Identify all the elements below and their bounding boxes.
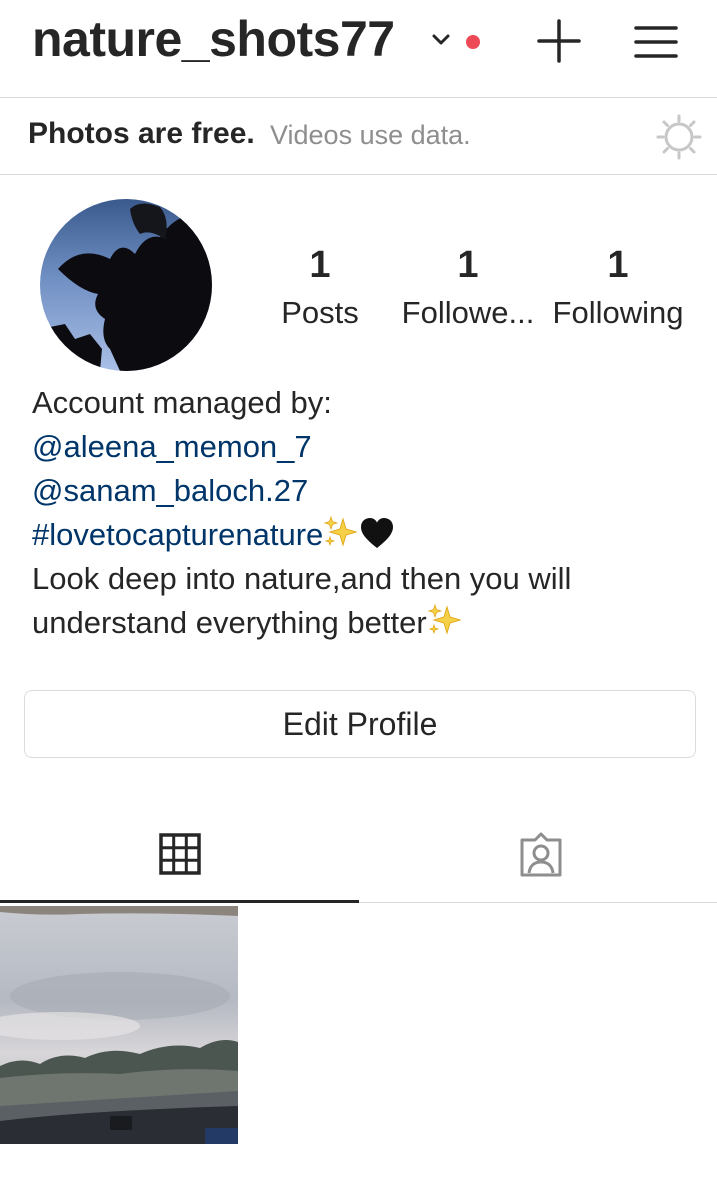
stat-following[interactable]: 1 Following: [548, 240, 688, 336]
sun-icon[interactable]: [656, 114, 702, 160]
bio-hashtag-link[interactable]: #lovetocapturenature: [32, 517, 323, 552]
profile-tabs: [0, 808, 717, 903]
data-saver-banner[interactable]: Photos are free. Videos use data.: [0, 98, 717, 175]
plus-icon[interactable]: [536, 18, 582, 64]
notification-dot: [466, 35, 480, 49]
tab-posts-grid[interactable]: [0, 808, 359, 903]
banner-bold-text: Photos are free.: [28, 117, 255, 150]
bio-mention-link[interactable]: @sanam_baloch.27: [32, 469, 692, 513]
profile-bio: Account managed by: @aleena_memon_7 @san…: [32, 381, 692, 645]
grid-icon: [159, 833, 201, 875]
profile-avatar[interactable]: [40, 199, 212, 371]
stat-posts[interactable]: 1 Posts: [270, 240, 370, 336]
hamburger-menu-icon[interactable]: [634, 22, 678, 62]
bio-mention-link[interactable]: @aleena_memon_7: [32, 425, 692, 469]
stat-following-count: 1: [607, 244, 629, 286]
sparkles-emoji-icon: [324, 515, 358, 547]
tab-tagged[interactable]: [359, 808, 717, 903]
chevron-down-icon[interactable]: [428, 26, 454, 52]
black-heart-emoji-icon: [361, 518, 394, 548]
edit-profile-button[interactable]: Edit Profile: [24, 690, 696, 758]
bio-line: Look deep into nature,and then you will: [32, 561, 572, 596]
post-thumbnail[interactable]: [0, 906, 238, 1144]
sparkles-emoji-icon: [427, 603, 461, 635]
username-title[interactable]: nature_shots77: [32, 4, 395, 74]
stat-posts-count: 1: [309, 244, 331, 286]
stat-posts-label: Posts: [281, 295, 359, 330]
stat-following-label: Following: [552, 295, 684, 330]
stat-followers-count: 1: [457, 244, 479, 286]
stat-followers[interactable]: 1 Followe...: [398, 240, 538, 336]
bio-line: Account managed by:: [32, 385, 332, 420]
tagged-person-icon: [520, 832, 562, 877]
profile-header: nature_shots77: [0, 0, 717, 98]
stat-followers-label: Followe...: [401, 295, 535, 330]
banner-light-text: Videos use data.: [270, 120, 471, 150]
bio-line: understand everything better: [32, 605, 427, 640]
